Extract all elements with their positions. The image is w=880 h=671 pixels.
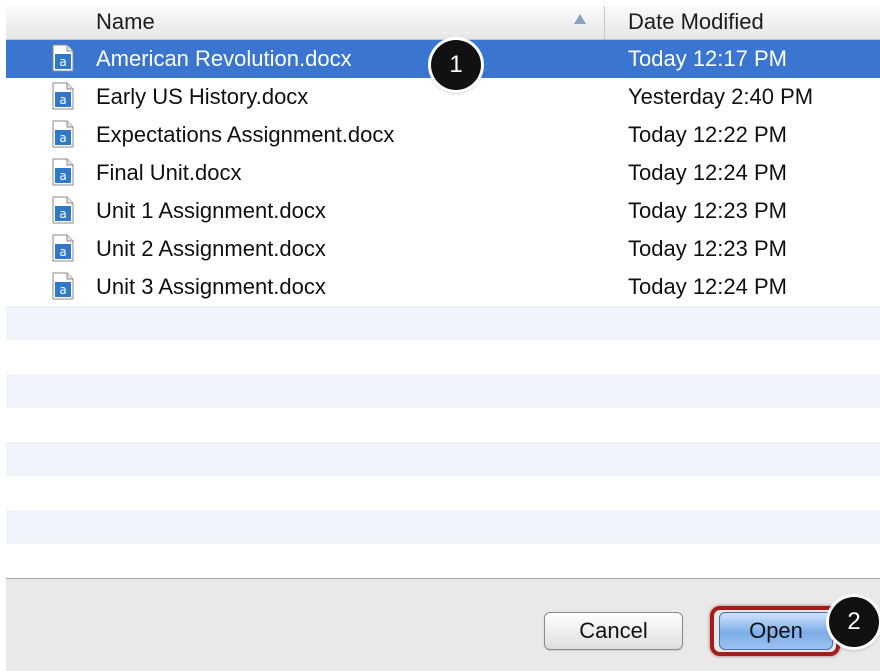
document-file-icon: a [52, 158, 74, 186]
column-header-date-label: Date Modified [628, 9, 764, 34]
file-name: Expectations Assignment.docx [96, 122, 395, 147]
file-row[interactable]: a Unit 2 Assignment.docx Today 12:23 PM [6, 230, 880, 268]
file-row[interactable]: a Unit 3 Assignment.docx Today 12:24 PM [6, 268, 880, 306]
list-header: Name Date Modified [6, 6, 880, 40]
file-date-modified: Today 12:23 PM [628, 236, 787, 261]
cancel-button[interactable]: Cancel [544, 612, 683, 650]
document-file-icon: a [52, 120, 74, 148]
file-date-modified: Today 12:17 PM [628, 46, 787, 71]
file-row[interactable]: a Unit 1 Assignment.docx Today 12:23 PM [6, 192, 880, 230]
document-file-icon: a [52, 82, 74, 110]
empty-row-stripe [6, 510, 880, 544]
file-open-dialog: Name Date Modified a American Revolution… [0, 0, 880, 671]
svg-text:a: a [59, 245, 66, 259]
document-file-icon: a [52, 44, 74, 72]
file-name: Unit 1 Assignment.docx [96, 198, 326, 223]
svg-text:a: a [59, 283, 66, 297]
svg-text:a: a [59, 131, 66, 145]
step-callout-1: 1 [431, 40, 481, 90]
svg-text:a: a [59, 207, 66, 221]
column-header-name[interactable]: Name [6, 6, 605, 39]
file-list[interactable]: a American Revolution.docx Today 12:17 P… [6, 40, 880, 578]
document-file-icon: a [52, 196, 74, 224]
file-name: Final Unit.docx [96, 160, 242, 185]
svg-text:a: a [59, 55, 66, 69]
open-button[interactable]: Open [719, 612, 833, 650]
file-name: Unit 2 Assignment.docx [96, 236, 326, 261]
empty-row-stripe [6, 306, 880, 340]
file-date-modified: Today 12:23 PM [628, 198, 787, 223]
file-name: Early US History.docx [96, 84, 309, 109]
empty-row-stripe [6, 442, 880, 476]
dialog-footer: Cancel Open [6, 578, 880, 671]
file-date-modified: Yesterday 2:40 PM [628, 84, 814, 109]
file-date-modified: Today 12:24 PM [628, 274, 787, 299]
step-callout-2: 2 [829, 597, 879, 647]
file-date-modified: Today 12:22 PM [628, 122, 787, 147]
empty-row-stripe [6, 374, 880, 408]
document-file-icon: a [52, 272, 74, 300]
file-date-modified: Today 12:24 PM [628, 160, 787, 185]
file-name: American Revolution.docx [96, 46, 352, 71]
column-header-name-label: Name [96, 9, 155, 34]
file-row[interactable]: a Final Unit.docx Today 12:24 PM [6, 154, 880, 192]
file-row[interactable]: a Expectations Assignment.docx Today 12:… [6, 116, 880, 154]
file-name: Unit 3 Assignment.docx [96, 274, 326, 299]
svg-text:a: a [59, 93, 66, 107]
svg-text:a: a [59, 169, 66, 183]
column-header-date-modified[interactable]: Date Modified [605, 6, 880, 39]
document-file-icon: a [52, 234, 74, 262]
sort-ascending-icon [574, 14, 586, 24]
